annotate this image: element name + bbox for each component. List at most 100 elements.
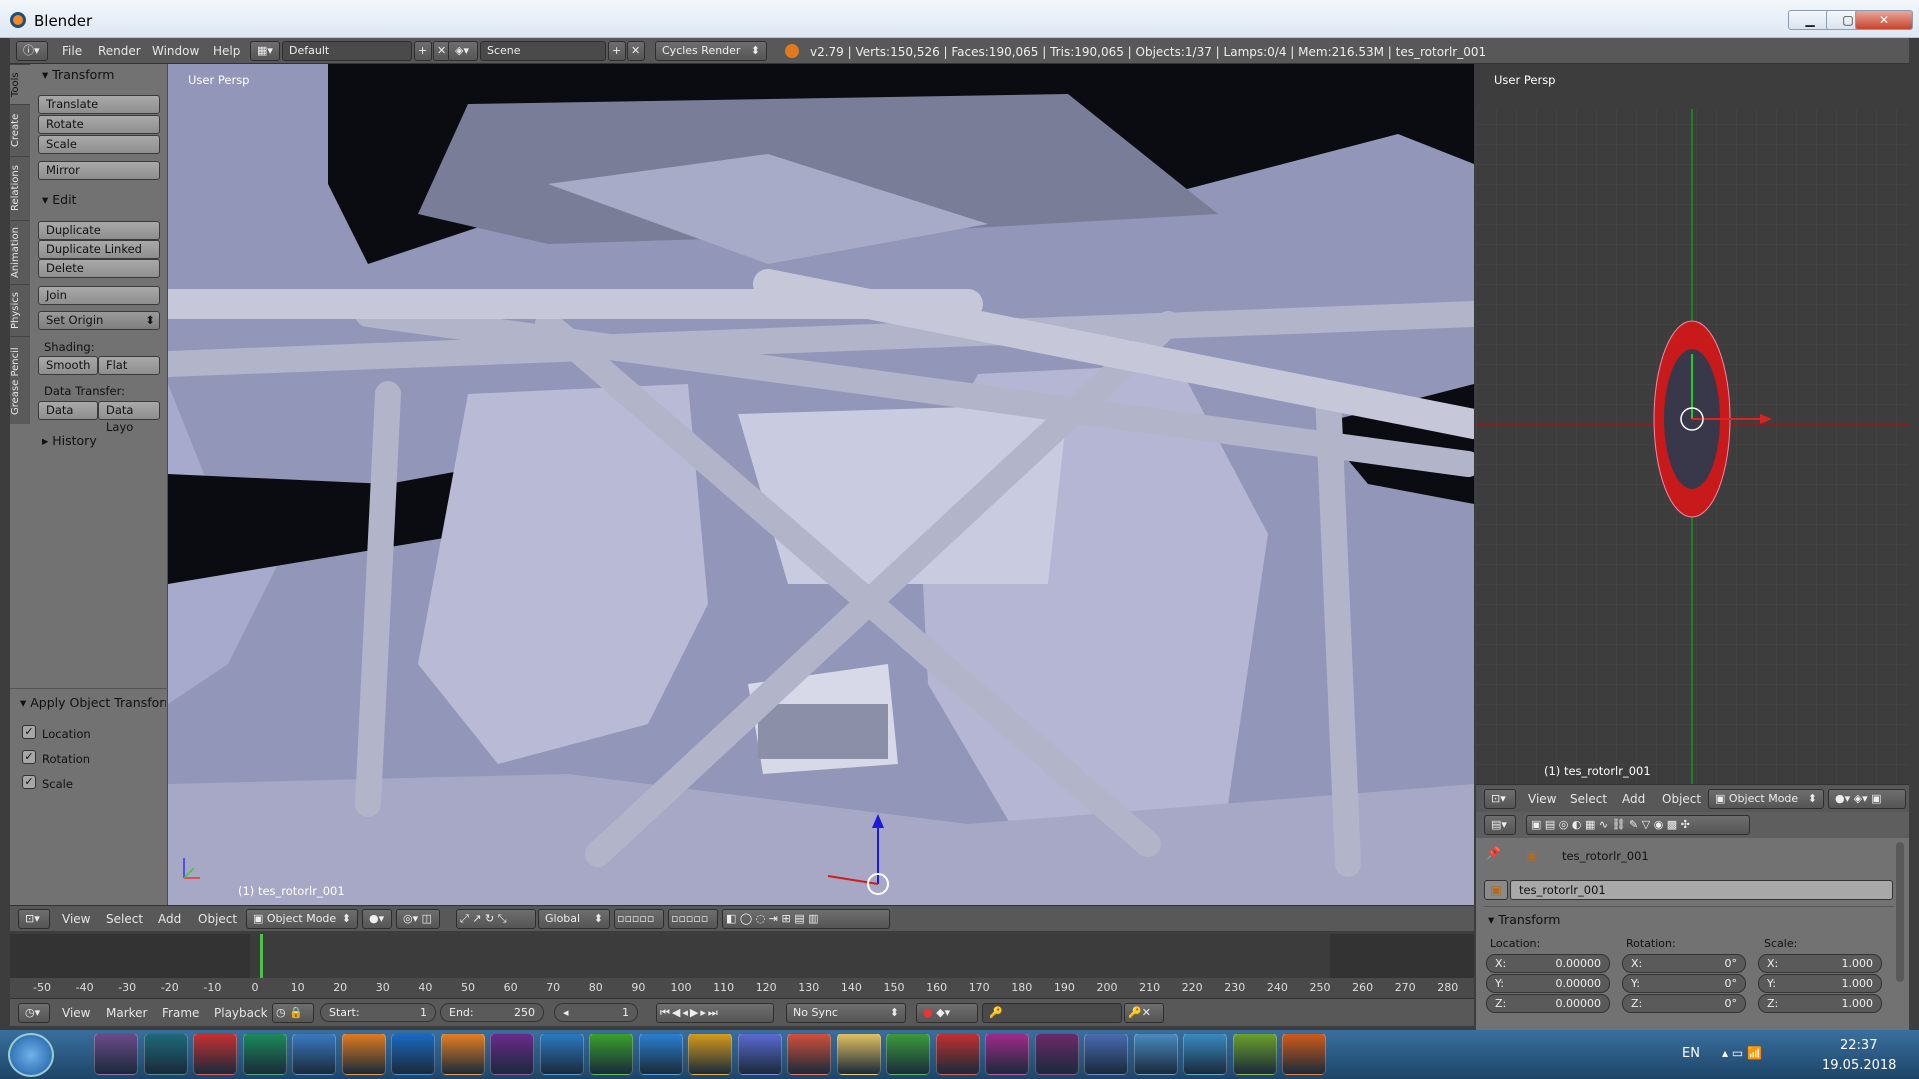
editor-type-timeline-icon[interactable]: ◷▾ [18, 1003, 50, 1023]
taskbar-app-icon[interactable] [935, 1033, 980, 1075]
taskbar-app-icon[interactable] [292, 1033, 336, 1075]
editor-type-3dview-icon[interactable]: ⊡▾ [18, 909, 50, 929]
data-button[interactable]: Data [38, 401, 98, 420]
vp-menu-select[interactable]: Select [106, 912, 143, 926]
taskbar-app-icon[interactable] [638, 1033, 683, 1075]
record-keyframe-icons[interactable]: ● ◆▾ [916, 1003, 978, 1023]
viewport-top[interactable]: User Persp (1) tes_rotorlr_001 [1476, 64, 1909, 784]
end-frame-field[interactable]: End: 250 [440, 1003, 544, 1022]
smooth-button[interactable]: Smooth [38, 356, 98, 375]
properties-context-tabs[interactable]: ▣ ▤ ◎ ◐ ▦ ∿ ⛓ ✎ ▽ ◉ ▩ ✣ [1526, 815, 1750, 835]
keying-set-field[interactable]: 🔑 [982, 1003, 1122, 1023]
pp-mode-dropdown[interactable]: ▣ Object Mode ⬍ [1708, 789, 1824, 809]
menu-window[interactable]: Window [152, 44, 199, 58]
tab-animation[interactable]: Animation [10, 220, 30, 284]
tab-tools[interactable]: Tools [10, 64, 30, 104]
taskbar-app-icon[interactable] [193, 1033, 237, 1075]
scale-button[interactable]: Scale [38, 135, 160, 154]
remove-scene-icon[interactable]: ✕ [627, 41, 645, 61]
mirror-button[interactable]: Mirror [38, 161, 160, 180]
duplicate-button[interactable]: Duplicate [38, 221, 160, 240]
tab-grease-pencil[interactable]: Grease Pencil [10, 336, 30, 426]
clock-date[interactable]: 19.05.2018 [1822, 1058, 1896, 1073]
taskbar-app-icon[interactable] [1084, 1033, 1128, 1075]
current-frame-field[interactable]: ◂ 1 [554, 1003, 638, 1022]
taskbar-app-icon[interactable] [836, 1033, 881, 1075]
playhead[interactable] [260, 934, 263, 978]
taskbar-app-icon[interactable] [1232, 1033, 1277, 1075]
taskbar-app-icon[interactable] [688, 1033, 732, 1075]
transform-panel-header[interactable]: ▾ Transform [42, 67, 114, 82]
data-layout-button[interactable]: Data Layo [98, 401, 160, 434]
add-layout-icon[interactable]: + [414, 41, 432, 61]
menu-file[interactable]: File [62, 44, 82, 58]
scene-field[interactable]: Scene [480, 41, 606, 61]
snap-and-render-icons[interactable]: ◧ ◯ ◌ ⇥ ⊞ ▤ ▥ [722, 909, 890, 929]
object-transform-header[interactable]: ▾ Transform [1488, 912, 1560, 927]
join-button[interactable]: Join [38, 286, 160, 305]
tl-menu-view[interactable]: View [62, 1006, 90, 1020]
clock-time[interactable]: 22:37 [1840, 1038, 1877, 1053]
pp-shading-icons[interactable]: ●▾ ◈▾ ▣ [1828, 789, 1906, 809]
shading-mode-icon[interactable]: ●▾ [362, 909, 392, 929]
preview-range-icon[interactable]: ◷ 🔒 [272, 1003, 314, 1023]
properties-context-icon[interactable]: ▤▾ [1484, 815, 1516, 835]
add-scene-icon[interactable]: + [608, 41, 626, 61]
orientation-dropdown[interactable]: Global ⬍ [538, 909, 610, 929]
properties-scrollbar[interactable] [1896, 842, 1904, 982]
location-y-field[interactable]: Y: 0.00000 [1486, 974, 1610, 993]
duplicate-linked-button[interactable]: Duplicate Linked [38, 240, 160, 259]
language-indicator[interactable]: EN [1682, 1046, 1700, 1061]
taskbar-app-icon[interactable] [737, 1033, 782, 1075]
layers-grid-1[interactable]: ▫▫▫▫▫ [614, 909, 664, 929]
taskbar-app-icon[interactable] [589, 1033, 633, 1075]
taskbar-app-icon[interactable] [1282, 1033, 1326, 1075]
taskbar-app-icon[interactable] [1034, 1033, 1079, 1075]
tray-icons[interactable]: ▴ ▭ 📶 [1722, 1046, 1762, 1060]
location-x-field[interactable]: X: 0.00000 [1486, 954, 1610, 973]
rotation-checkbox[interactable]: ✓ [22, 750, 36, 764]
editor-type-props-icon[interactable]: ⊡▾ [1484, 789, 1516, 809]
taskbar-app-icon[interactable] [985, 1033, 1029, 1075]
pp-menu-object[interactable]: Object [1662, 792, 1701, 806]
history-panel-header[interactable]: ▸ History [42, 433, 97, 448]
taskbar-app-icon[interactable] [787, 1033, 831, 1075]
taskbar-app-icon[interactable] [1183, 1033, 1227, 1075]
pp-menu-add[interactable]: Add [1622, 792, 1645, 806]
rotation-x-field[interactable]: X: 0° [1622, 954, 1746, 973]
tab-relations[interactable]: Relations [10, 156, 30, 220]
tab-physics[interactable]: Physics [10, 284, 30, 336]
scale-x-field[interactable]: X: 1.000 [1758, 954, 1882, 973]
location-z-field[interactable]: Z: 0.00000 [1486, 994, 1610, 1013]
edit-panel-header[interactable]: ▾ Edit [42, 192, 76, 207]
start-frame-field[interactable]: Start: 1 [320, 1003, 436, 1022]
pin-icon[interactable]: 📌 [1486, 846, 1501, 860]
taskbar-app-icon[interactable] [242, 1033, 287, 1075]
taskbar-app-icon[interactable] [440, 1033, 485, 1075]
menu-help[interactable]: Help [213, 44, 240, 58]
rotation-z-field[interactable]: Z: 0° [1622, 994, 1746, 1013]
menu-render[interactable]: Render [98, 44, 141, 58]
tl-menu-marker[interactable]: Marker [106, 1006, 147, 1020]
render-engine-dropdown[interactable]: Cycles Render ⬍ [655, 41, 767, 61]
screen-layout-icon[interactable]: ▦▾ [250, 41, 280, 61]
scale-checkbox[interactable]: ✓ [22, 775, 36, 789]
scale-y-field[interactable]: Y: 1.000 [1758, 974, 1882, 993]
start-button[interactable] [8, 1033, 54, 1077]
vp-menu-object[interactable]: Object [198, 912, 237, 926]
tl-menu-frame[interactable]: Frame [162, 1006, 199, 1020]
manipulator-icons[interactable]: ⤢ ↗ ↻ ⤡ [456, 909, 536, 929]
scene-icon[interactable]: ◈▾ [448, 41, 478, 61]
sync-dropdown[interactable]: No Sync ⬍ [786, 1003, 906, 1023]
operator-panel-header[interactable]: ▾ Apply Object Transform [20, 695, 166, 710]
keying-set-icons[interactable]: 🔑✕ [1124, 1003, 1164, 1023]
delete-button[interactable]: Delete [38, 259, 160, 278]
taskbar-app-icon[interactable] [539, 1033, 584, 1075]
playback-controls[interactable]: ⏮◀◂▶▸⏭ [656, 1003, 774, 1023]
location-checkbox[interactable]: ✓ [22, 725, 36, 739]
timeline-area[interactable]: -50 -40 -30 -20 -10 0 10 20 30 40 50 60 70 80 90 100 110… [10, 934, 1474, 998]
object-name-field[interactable]: tes_rotorlr_001 [1510, 880, 1893, 900]
vp-menu-view[interactable]: View [62, 912, 90, 926]
rotation-y-field[interactable]: Y: 0° [1622, 974, 1746, 993]
taskbar-app-icon[interactable] [1133, 1033, 1178, 1075]
